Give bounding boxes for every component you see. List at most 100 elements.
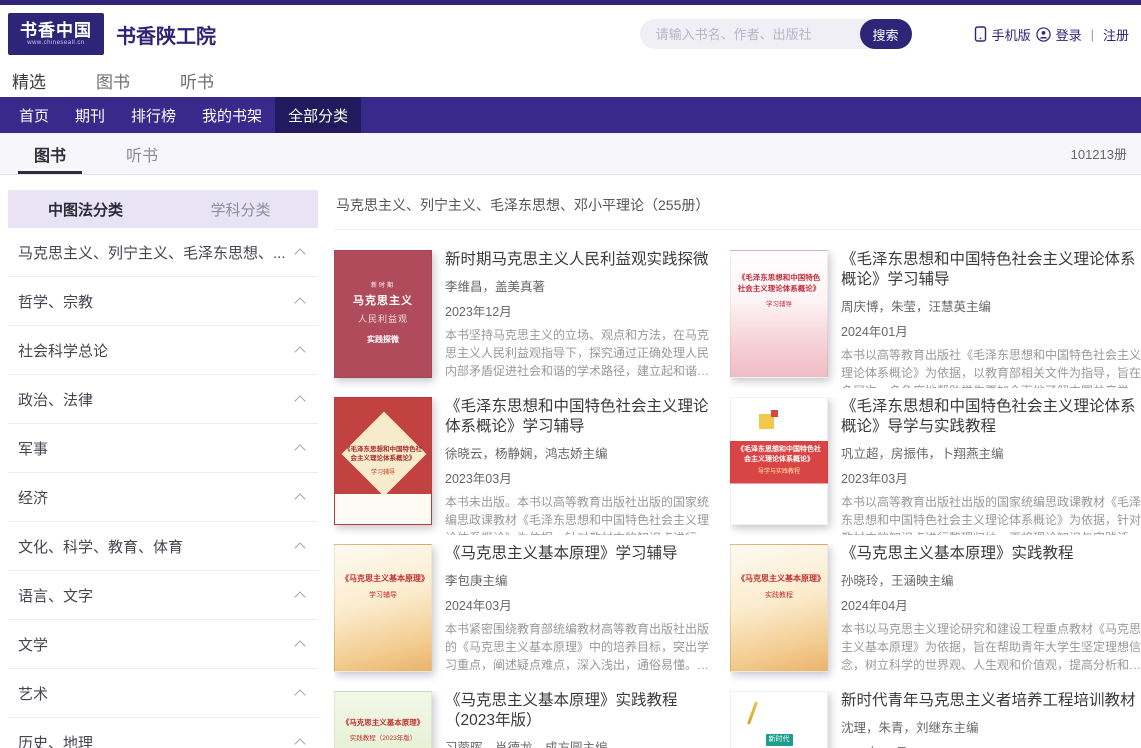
book-cover[interactable]: 新时期马克思主义人民利益观实践探微: [334, 250, 432, 378]
book-cover[interactable]: 《毛泽东思想和中国特色社会主义理论体系概论》学习辅导: [730, 250, 828, 378]
book-date: 2024年03月: [445, 595, 720, 614]
mobile-version-link[interactable]: 手机版: [992, 25, 1031, 44]
nav-my-bookshelf[interactable]: 我的书架: [189, 97, 275, 133]
category-list-item[interactable]: 军事: [8, 424, 318, 473]
book-card: 《马克思主义基本原理》实践教程 《马克思主义基本原理》实践教程 孙晓玲，王涵映主…: [730, 544, 1141, 682]
cover-text-line: 新时代: [766, 734, 793, 746]
book-description: 本书以高等教育出版社《毛泽东思想和中国特色社会主义理论体系概论》为依据，以教育部…: [841, 346, 1141, 388]
book-title[interactable]: 《马克思主义基本原理》实践教程: [841, 544, 1141, 564]
category-list-item[interactable]: 语言、文字: [8, 571, 318, 620]
nav-home[interactable]: 首页: [6, 97, 62, 133]
cover-text-line: 《马克思主义基本原理》: [737, 573, 821, 585]
category-label: 军事: [18, 438, 48, 459]
primary-nav-books[interactable]: 图书: [96, 68, 130, 93]
register-link[interactable]: 注册: [1103, 25, 1129, 44]
tab-audiobooks[interactable]: 听书: [120, 133, 164, 174]
book-date: 2023年03月: [841, 468, 1141, 487]
chevron-up-icon[interactable]: [294, 444, 305, 455]
category-label: 语言、文字: [18, 585, 93, 606]
primary-nav-audiobooks[interactable]: 听书: [180, 68, 214, 93]
book-author: 周庆博，朱莹，汪慧英主编: [841, 296, 1141, 315]
login-link[interactable]: 登录: [1056, 25, 1082, 44]
category-list-item[interactable]: 历史、地理: [8, 718, 318, 748]
results-heading: 马克思主义、列宁主义、毛泽东思想、邓小平理论（255册）: [334, 190, 1141, 230]
category-list-item[interactable]: 马克思主义、列宁主义、毛泽东思想、...: [8, 228, 318, 277]
book-cover[interactable]: 《马克思主义基本原理》实践教程（2023年版）: [334, 691, 432, 748]
search-button[interactable]: 搜索: [860, 19, 912, 49]
book-author: 徐晓云，杨静娴，鸿志娇主编: [445, 443, 720, 462]
book-description: 本书紧密围绕教育部统编教材高等教育出版社出版的《马克思主义基本原理》中的培养目标…: [445, 620, 720, 674]
book-card: 新时期马克思主义人民利益观实践探微 新时期马克思主义人民利益观实践探微 李维昌，…: [334, 250, 720, 388]
chevron-up-icon[interactable]: [294, 738, 305, 748]
link-divider: |: [1091, 27, 1094, 42]
book-grid: 新时期马克思主义人民利益观实践探微 新时期马克思主义人民利益观实践探微 李维昌，…: [334, 250, 1141, 748]
book-cover[interactable]: 《马克思主义基本原理》实践教程: [730, 544, 828, 672]
nav-periodicals[interactable]: 期刊: [62, 97, 118, 133]
cover-text-line: 《毛泽东思想和中国特色社会主义理论体系概论》: [737, 445, 821, 465]
chevron-up-icon[interactable]: [294, 248, 305, 259]
cover-text-line: 《毛泽东思想和中国特色社会主义理论体系概论》: [737, 273, 821, 295]
category-list-item[interactable]: 经济: [8, 473, 318, 522]
book-card: 《马克思主义基本原理》学习辅导 《马克思主义基本原理》学习辅导 李包庚主编 20…: [334, 544, 720, 682]
sidebar-tab-subject[interactable]: 学科分类: [163, 199, 318, 220]
book-date: 2023年12月: [841, 742, 1141, 748]
category-label: 历史、地理: [18, 732, 93, 748]
book-cover[interactable]: 《毛泽东思想和中国特色社会主义理论体系概论》学习辅导: [334, 397, 432, 525]
logo-text: 书香中国: [20, 22, 92, 41]
user-icon: [1036, 27, 1051, 42]
chevron-up-icon[interactable]: [294, 297, 305, 308]
book-title[interactable]: 新时代青年马克思主义者培养工程培训教材: [841, 691, 1141, 711]
nav-rankings[interactable]: 排行榜: [118, 97, 189, 133]
category-list-item[interactable]: 社会科学总论: [8, 326, 318, 375]
book-title[interactable]: 《毛泽东思想和中国特色社会主义理论体系概论》学习辅导: [445, 397, 720, 437]
book-title[interactable]: 《毛泽东思想和中国特色社会主义理论体系概论》学习辅导: [841, 250, 1141, 290]
book-date: 2024年01月: [841, 321, 1141, 340]
book-cover[interactable]: 《毛泽东思想和中国特色社会主义理论体系概论》导学与实践教程: [730, 397, 828, 525]
chevron-up-icon[interactable]: [294, 542, 305, 553]
book-cover[interactable]: 新时代青年马克思主义者培养工程培训教材: [730, 691, 828, 748]
primary-nav-featured[interactable]: 精选: [12, 68, 46, 93]
category-list-item[interactable]: 文学: [8, 620, 318, 669]
category-label: 艺术: [18, 683, 48, 704]
book-info: 新时期马克思主义人民利益观实践探微 李维昌，盖美真著 2023年12月 本书坚持…: [445, 250, 720, 388]
book-title[interactable]: 《马克思主义基本原理》学习辅导: [445, 544, 720, 564]
total-book-count: 101213册: [1071, 144, 1127, 163]
book-info: 《毛泽东思想和中国特色社会主义理论体系概论》学习辅导 徐晓云，杨静娴，鸿志娇主编…: [445, 397, 720, 535]
book-title[interactable]: 《马克思主义基本原理》实践教程（2023年版）: [445, 691, 720, 731]
chevron-up-icon[interactable]: [294, 689, 305, 700]
category-label: 马克思主义、列宁主义、毛泽东思想、...: [18, 242, 286, 263]
chevron-up-icon[interactable]: [294, 395, 305, 406]
chevron-up-icon[interactable]: [294, 346, 305, 357]
category-list-item[interactable]: 哲学、宗教: [8, 277, 318, 326]
book-results: 马克思主义、列宁主义、毛泽东思想、邓小平理论（255册） 新时期马克思主义人民利…: [330, 190, 1141, 748]
cover-text-line: 实践教程: [765, 591, 793, 601]
tab-books[interactable]: 图书: [28, 133, 72, 174]
book-description: 本书未出版。本书以高等教育出版社出版的国家统编思政课教材《毛泽东思想和中国特色社…: [445, 493, 720, 535]
sidebar-tabs: 中图法分类 学科分类: [8, 190, 318, 228]
book-cover[interactable]: 《马克思主义基本原理》学习辅导: [334, 544, 432, 672]
book-date: 2024年04月: [841, 595, 1141, 614]
book-info: 《马克思主义基本原理》实践教程 孙晓玲，王涵映主编 2024年04月 本书以马克…: [841, 544, 1141, 682]
nav-all-categories[interactable]: 全部分类: [275, 97, 361, 133]
category-label: 哲学、宗教: [18, 291, 93, 312]
book-card: 《毛泽东思想和中国特色社会主义理论体系概论》学习辅导 《毛泽东思想和中国特色社会…: [334, 397, 720, 535]
category-label: 文化、科学、教育、体育: [18, 536, 183, 557]
book-card: 《毛泽东思想和中国特色社会主义理论体系概论》导学与实践教程 《毛泽东思想和中国特…: [730, 397, 1141, 535]
category-list-item[interactable]: 政治、法律: [8, 375, 318, 424]
mobile-phone-icon: [974, 26, 987, 42]
chevron-up-icon[interactable]: [294, 493, 305, 504]
primary-nav: 精选 图书 听书: [0, 63, 1141, 97]
cover-text-line: 学习辅导: [371, 469, 395, 478]
book-title[interactable]: 新时期马克思主义人民利益观实践探微: [445, 250, 720, 270]
category-list-item[interactable]: 文化、科学、教育、体育: [8, 522, 318, 571]
book-author: 李维昌，盖美真著: [445, 276, 720, 295]
category-list-item[interactable]: 艺术: [8, 669, 318, 718]
chevron-up-icon[interactable]: [294, 591, 305, 602]
chevron-up-icon[interactable]: [294, 640, 305, 651]
book-title[interactable]: 《毛泽东思想和中国特色社会主义理论体系概论》导学与实践教程: [841, 397, 1141, 437]
book-author: 孙晓玲，王涵映主编: [841, 570, 1141, 589]
book-description: 本书坚持马克思主义的立场、观点和方法，在马克思主义人民利益观指导下，探究通过正确…: [445, 326, 720, 380]
sidebar-tab-clc[interactable]: 中图法分类: [8, 199, 163, 220]
cover-text-line: 实践教程（2023年版）: [350, 734, 416, 743]
site-logo[interactable]: 书香中国 www.chineseall.cn: [8, 13, 104, 55]
